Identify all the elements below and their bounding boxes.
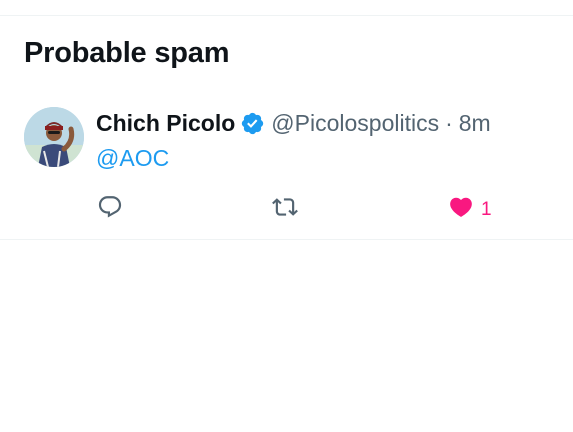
tweet-card[interactable]: Chich Picolo @Picolospolitics · 8m @AOC <box>0 90 573 239</box>
tweet-actions: 1 <box>0 190 573 224</box>
avatar-image <box>24 107 84 167</box>
display-name[interactable]: Chich Picolo <box>96 108 235 138</box>
timestamp[interactable]: 8m <box>459 108 491 138</box>
heart-filled-icon <box>448 194 474 225</box>
verified-badge-icon <box>240 111 265 136</box>
mention-link[interactable]: @AOC <box>96 145 169 171</box>
user-handle[interactable]: @Picolospolitics <box>271 108 439 138</box>
reply-icon <box>97 194 123 225</box>
tweet-header: Chich Picolo @Picolospolitics · 8m <box>96 108 491 138</box>
like-button[interactable]: 1 <box>448 194 492 225</box>
bottom-divider <box>0 239 573 240</box>
avatar[interactable] <box>24 107 84 167</box>
reply-button[interactable] <box>97 194 123 225</box>
like-count: 1 <box>481 198 492 220</box>
tweet-text: @AOC <box>96 143 169 173</box>
retweet-button[interactable] <box>272 194 298 225</box>
section-title: Probable spam <box>24 37 230 69</box>
separator-dot: · <box>445 110 453 136</box>
page: Probable spam Chich Picolo @Picolospolit… <box>0 0 573 432</box>
retweet-icon <box>272 194 298 225</box>
top-divider <box>0 15 573 16</box>
